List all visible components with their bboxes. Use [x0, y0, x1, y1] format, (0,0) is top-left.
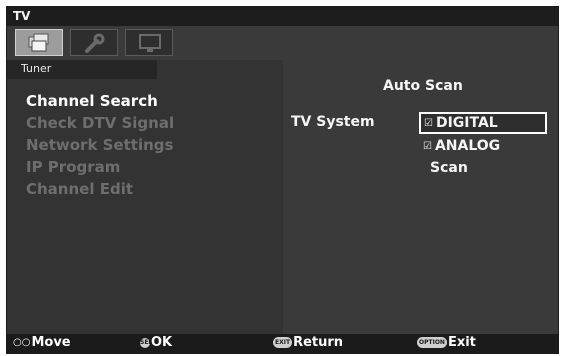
tab-display[interactable]	[125, 29, 173, 56]
menu-panel-header: Tuner	[7, 60, 157, 79]
menu-item-channel-edit[interactable]: Channel Edit	[26, 178, 174, 200]
tv-settings-icon	[28, 33, 49, 52]
tab-tv-settings[interactable]	[15, 29, 63, 56]
menu-item-channel-search[interactable]: Channel Search	[26, 90, 174, 112]
wrench-icon	[85, 33, 105, 53]
tab-tools[interactable]	[70, 29, 118, 56]
exit-key-icon: EXIT	[273, 337, 293, 348]
exit-hint: OPTION Exit	[417, 335, 476, 350]
menu-item-check-dtv-signal[interactable]: Check DTV Signal	[26, 112, 174, 134]
monitor-icon	[139, 34, 161, 52]
checkbox-icon[interactable]: ☑	[423, 141, 432, 152]
move-hint: ○○Move	[13, 335, 71, 350]
title-bar: TV	[7, 7, 558, 26]
ok-hint: SELOK	[140, 335, 172, 350]
menu-item-ip-program[interactable]: IP Program	[26, 156, 174, 178]
menu-panel: Tuner Channel Search Check DTV Signal Ne…	[7, 60, 283, 334]
key-guide-bar: ○○Move SELOK EXIT Return OPTION Exit	[7, 334, 558, 353]
detail-title: Auto Scan	[383, 78, 463, 94]
detail-panel: Auto Scan TV System ☑ DIGITAL ☑ ANALOG Sca…	[283, 60, 558, 334]
ok-hint-label: OK	[151, 335, 173, 350]
digital-option-label: DIGITAL	[435, 115, 498, 131]
analog-option-label: ANALOG	[434, 138, 501, 154]
return-hint: EXIT Return	[273, 335, 343, 350]
tuner-menu: Channel Search Check DTV Signal Network …	[26, 90, 174, 200]
window-title: TV	[13, 9, 31, 23]
analog-option[interactable]: ☑ ANALOG	[423, 138, 500, 154]
exit-hint-label: Exit	[447, 335, 476, 350]
digital-option[interactable]: ☑ DIGITAL	[419, 112, 547, 134]
tv-menu-screen: TV Tuner Channel Search Check DTV Signal…	[6, 6, 559, 354]
return-hint-label: Return	[293, 335, 344, 350]
sel-key-icon: SEL	[140, 338, 153, 348]
category-icon-bar	[7, 26, 558, 60]
scan-button[interactable]: Scan	[430, 160, 468, 176]
menu-panel-title: Tuner	[21, 62, 52, 75]
menu-item-network-settings[interactable]: Network Settings	[26, 134, 174, 156]
option-key-icon: OPTION	[417, 337, 447, 348]
move-keys-icon: ○○	[13, 337, 31, 348]
move-hint-label: Move	[31, 335, 71, 350]
checkbox-icon[interactable]: ☑	[424, 118, 433, 129]
tv-system-label: TV System	[291, 114, 375, 130]
